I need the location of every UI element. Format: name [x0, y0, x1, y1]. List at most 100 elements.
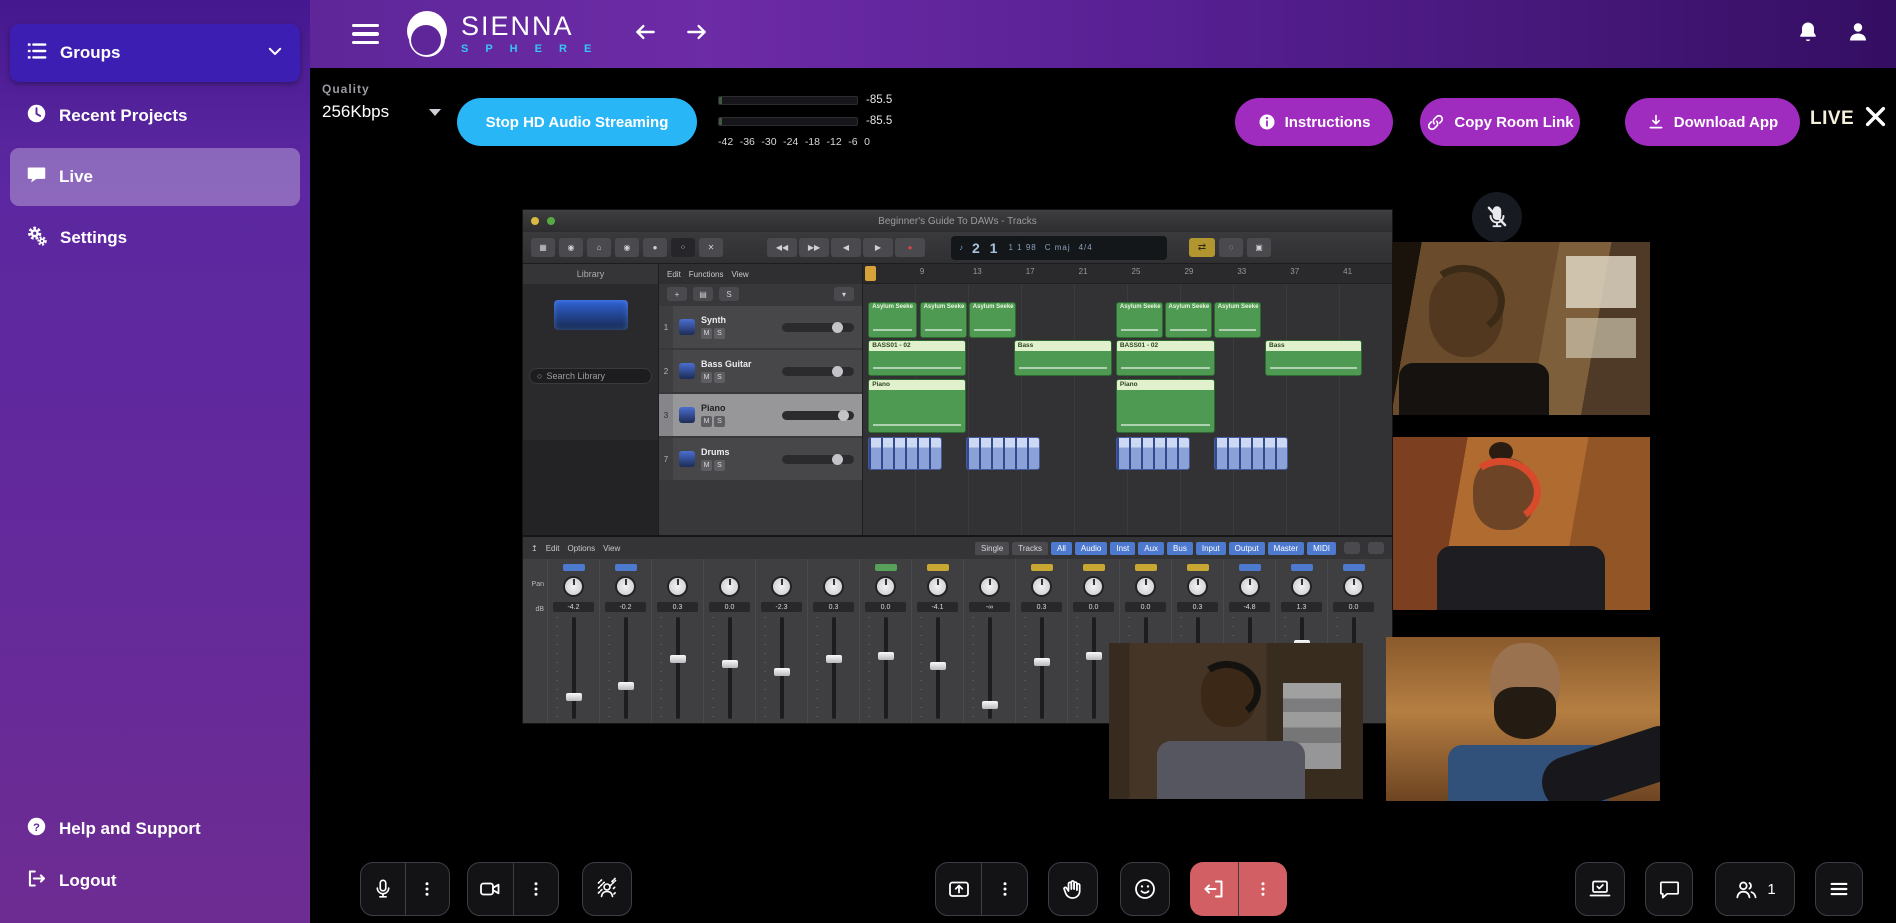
leave-room-control [1190, 862, 1287, 916]
channel-fader-cap [826, 655, 842, 663]
copy-room-link-button[interactable]: Copy Room Link [1420, 98, 1580, 146]
daw-clip: Bass [1265, 340, 1362, 376]
mic-options-kebab[interactable] [406, 863, 450, 915]
clip-label: Asylum Seeke [1166, 303, 1211, 310]
screen-share-button[interactable] [936, 863, 981, 915]
channel-pan-knob [927, 576, 948, 597]
channel-io-chip [1343, 564, 1365, 571]
mixer-channel-strip: -4.2 [547, 559, 599, 723]
mixer-filter-chip: MIDI [1307, 542, 1336, 555]
sidebar-item-recent-projects[interactable]: Recent Projects [10, 92, 300, 140]
account-person-icon[interactable] [1846, 20, 1870, 49]
notifications-bell-icon[interactable] [1796, 20, 1820, 49]
more-menu-button[interactable] [1815, 862, 1863, 916]
leave-room-button[interactable] [1190, 862, 1238, 916]
channel-db-value: -4.8 [1229, 602, 1270, 612]
screen-share-options-kebab[interactable] [982, 863, 1027, 915]
caret-down-icon [429, 109, 441, 116]
stop-hd-audio-button[interactable]: Stop HD Audio Streaming [457, 98, 697, 146]
channel-db-value: 0.0 [709, 602, 750, 612]
download-icon [1647, 113, 1665, 131]
channel-pan-knob [1083, 576, 1104, 597]
sidebar-item-live[interactable]: Live [10, 148, 300, 206]
forward-arrow-icon[interactable] [684, 19, 710, 50]
meter-scale-tick: -24 [783, 136, 798, 148]
daw-toolbar: ▦◉⌂◉●⁘✕ ◀◀▶▶◀▶● ♪ 2 1 1 1 98 C maj 4/4 ⇄… [523, 232, 1392, 264]
track-icon [679, 319, 695, 335]
channel-io-chip [615, 564, 637, 571]
track-name: Piano [701, 403, 726, 413]
meter-bar-left [718, 96, 858, 105]
clip-label: BASS01 - 02 [869, 341, 965, 351]
sidebar-item-help-support[interactable]: ? Help and Support [10, 805, 300, 853]
audio-level-meter: -85.5 -85.5 -42-36-30-24-18-12-60 [718, 94, 918, 148]
sidebar-item-logout[interactable]: Logout [10, 857, 300, 905]
channel-db-value: -0.2 [605, 602, 646, 612]
participants-button[interactable]: 1 [1715, 862, 1795, 916]
channel-io-chip [1031, 564, 1053, 571]
back-arrow-icon[interactable] [632, 19, 658, 50]
meter-scale-tick: -6 [848, 136, 857, 148]
camera-control [467, 862, 559, 916]
logout-icon [26, 868, 47, 894]
channel-db-value: 0.0 [865, 602, 906, 612]
share-screen-icon [947, 877, 971, 901]
daw-clip: Piano [1116, 379, 1215, 433]
meter-bar-right [718, 117, 858, 126]
chat-button[interactable] [1645, 862, 1693, 916]
daw-clip [1214, 437, 1288, 470]
mic-toggle-button[interactable] [361, 863, 405, 915]
brand-logo: SIENNA S P H E R E [405, 9, 598, 59]
daw-lane: Asylum SeekeAsylum SeekeAsylum SeekeAsyl… [863, 302, 1392, 338]
camera-toggle-button[interactable] [468, 863, 513, 915]
channel-db-value: 0.3 [1021, 602, 1062, 612]
quality-control: Quality 256Kbps [322, 82, 441, 122]
channel-io-chip [823, 564, 845, 571]
track-volume-slider [782, 455, 854, 464]
channel-io-chip [927, 564, 949, 571]
track-m-button: M [701, 460, 712, 471]
sidebar-item-groups[interactable]: Groups [10, 24, 300, 82]
channel-pan-knob [1135, 576, 1156, 597]
quality-select[interactable]: 256Kbps [322, 102, 441, 122]
ruler-label: 17 [1022, 264, 1075, 283]
mixer-filter-chip: All [1051, 542, 1072, 555]
channel-pan-knob [1031, 576, 1052, 597]
participant-2-silhouette [1437, 450, 1607, 610]
device-check-button[interactable] [1575, 862, 1625, 916]
mixer-channel-strip: -∞ [963, 559, 1015, 723]
channel-fader [704, 617, 755, 719]
video-tile-participant-4 [1109, 643, 1363, 799]
track-icon [679, 407, 695, 423]
kebab-icon [1254, 880, 1272, 898]
meter-scale-tick: -30 [761, 136, 776, 148]
meter-scale-tick: -42 [718, 136, 733, 148]
clip-label: Piano [1117, 380, 1214, 390]
hamburger-menu-icon[interactable] [352, 24, 379, 45]
meter-scale-tick: -12 [827, 136, 842, 148]
track-s-button: S [714, 416, 725, 427]
channel-fader-cap [1034, 658, 1050, 666]
channel-io-chip [875, 564, 897, 571]
download-app-button[interactable]: Download App [1625, 98, 1800, 146]
daw-clip [868, 437, 942, 470]
reactions-button[interactable] [1120, 862, 1170, 916]
channel-fader-cap [722, 660, 738, 668]
camera-options-kebab[interactable] [514, 863, 559, 915]
close-icon[interactable] [1862, 103, 1889, 135]
raise-hand-button[interactable] [1048, 862, 1098, 916]
list-icon [26, 40, 48, 67]
channel-db-value: 0.3 [657, 602, 698, 612]
link-icon [1426, 113, 1445, 132]
svg-text:?: ? [33, 822, 40, 834]
mic-off-icon [1484, 204, 1510, 230]
channel-fader [1016, 617, 1067, 719]
mic-control [360, 862, 450, 916]
people-icon [1734, 877, 1759, 902]
sidebar-item-settings[interactable]: Settings [10, 214, 300, 262]
daw-titlebar: Beginner's Guide To DAWs - Tracks [523, 210, 1392, 232]
background-blur-button[interactable] [582, 862, 632, 916]
instructions-button[interactable]: Instructions [1235, 98, 1393, 146]
leave-options-kebab[interactable] [1239, 862, 1287, 916]
channel-fader [652, 617, 703, 719]
